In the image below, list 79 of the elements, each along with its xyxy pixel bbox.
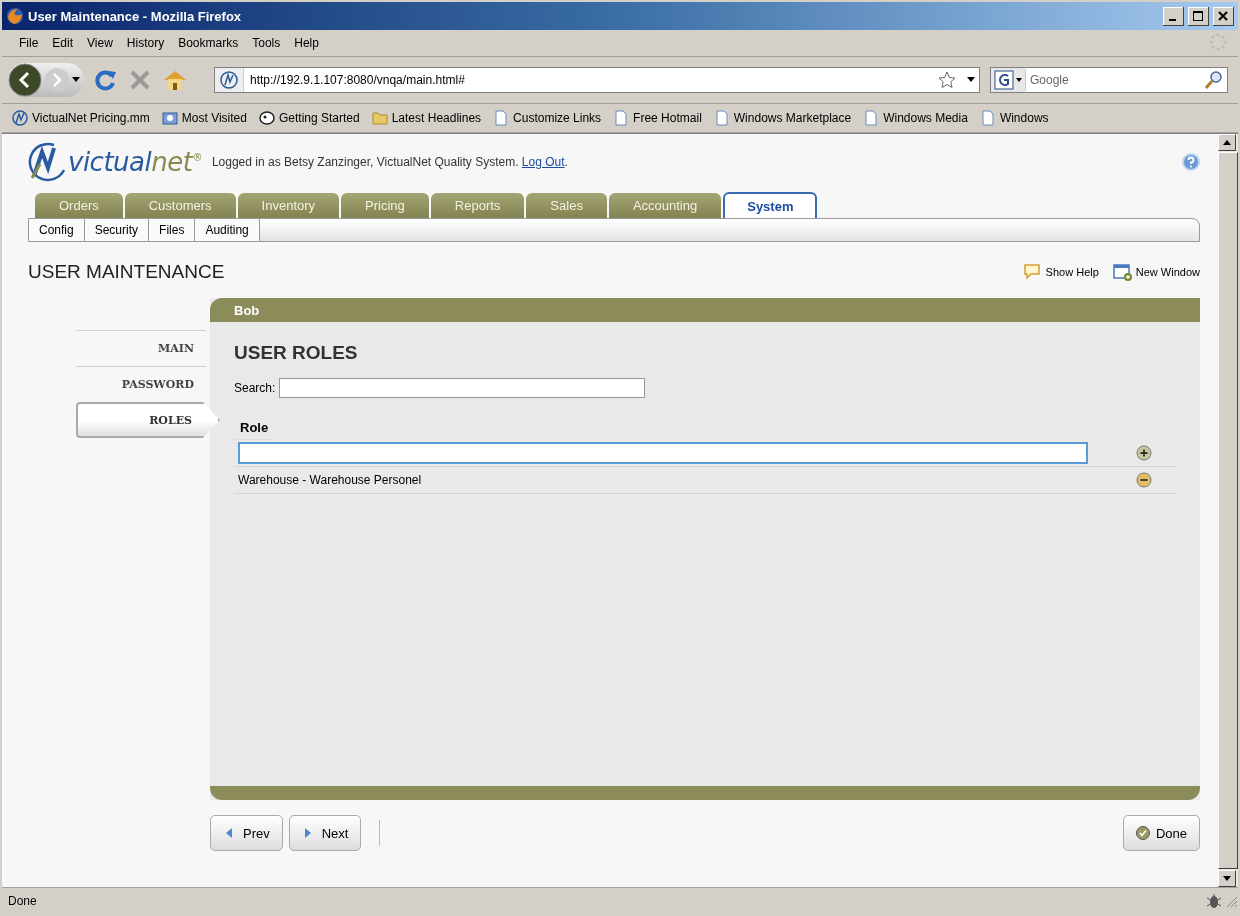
side-nav-item[interactable]: MAIN <box>76 330 206 366</box>
bookmark-link[interactable]: VictualNet Pricing.mm <box>10 110 152 126</box>
logout-link[interactable]: Log Out <box>521 155 565 169</box>
subtab[interactable]: Auditing <box>195 219 260 241</box>
resize-grip-icon[interactable] <box>1224 894 1238 908</box>
firefox-icon <box>6 7 24 25</box>
minimize-button[interactable] <box>1163 6 1184 26</box>
bookmark-link[interactable]: Most Visited <box>159 110 249 126</box>
window-title: User Maintenance - Mozilla Firefox <box>28 8 243 24</box>
dropdown-caret-icon <box>1016 78 1022 82</box>
toolbar-link[interactable]: New Window <box>1112 263 1200 281</box>
site-logo-icon <box>219 70 239 90</box>
folder-icon <box>371 110 388 126</box>
page-icon <box>613 110 630 126</box>
search-field[interactable] <box>279 378 646 398</box>
menu-item[interactable]: View <box>80 36 120 50</box>
subtab[interactable]: Files <box>149 219 196 241</box>
bug-icon <box>258 110 275 126</box>
scroll-up-icon[interactable] <box>1223 140 1231 145</box>
bookmark-link[interactable]: Customize Links <box>491 110 604 126</box>
logo-text: victualnet$^{®}$ <box>68 147 202 177</box>
folder-icon <box>161 110 178 126</box>
close-button[interactable] <box>1213 6 1234 26</box>
scroll-down-icon[interactable] <box>1223 876 1231 881</box>
bookmark-link[interactable]: Free Hotmail <box>611 110 704 126</box>
column-header: Role <box>234 416 273 440</box>
menu-item[interactable]: History <box>119 36 172 50</box>
menu-item[interactable]: File <box>12 36 46 50</box>
search-field[interactable]: Google <box>1026 67 1228 93</box>
menu-item[interactable]: Tools <box>245 36 288 50</box>
side-nav-item[interactable]: ROLES <box>76 402 220 438</box>
window-icon <box>1112 263 1132 281</box>
search-label: Search: <box>234 381 276 395</box>
bug-icon <box>1204 892 1224 910</box>
menu-item[interactable]: Edit <box>45 36 81 50</box>
subtab[interactable]: Security <box>84 219 150 241</box>
footer-button[interactable]: Prev <box>210 815 283 851</box>
page-icon <box>863 110 880 126</box>
url-text: http://192.9.1.107:8080/vnqa/main.html# <box>250 73 466 87</box>
home-icon[interactable] <box>162 68 188 92</box>
search-engine-button[interactable] <box>990 67 1026 93</box>
throbber-icon <box>1208 31 1228 52</box>
role-input-field[interactable] <box>238 442 1088 464</box>
bookmark-link[interactable]: Windows Media <box>861 110 970 126</box>
remove-icon[interactable] <box>1136 472 1152 488</box>
status-text: Done <box>8 894 38 908</box>
section-title: USER ROLES <box>234 342 359 364</box>
address-bar[interactable]: http://192.9.1.107:8080/vnqa/main.html# <box>214 67 980 93</box>
page-icon <box>493 110 510 126</box>
reload-icon[interactable] <box>94 68 118 92</box>
login-status-text: Logged in as Betsy Zanzinger, VictualNet Quality System. Log Out. <box>211 155 569 169</box>
dropdown-caret-icon[interactable] <box>72 77 80 83</box>
toolbar-link[interactable]: Show Help <box>1022 263 1099 281</box>
search-engine-icon <box>994 70 1014 90</box>
menu-item[interactable]: Help <box>287 36 326 50</box>
check-circle-icon <box>1135 826 1150 840</box>
menu-item[interactable]: Bookmarks <box>171 36 246 50</box>
add-icon[interactable] <box>1136 445 1152 461</box>
footer-button[interactable]: Done <box>1122 815 1200 851</box>
maximize-button[interactable] <box>1188 6 1209 26</box>
help-icon[interactable] <box>1182 153 1200 171</box>
bookmark-link[interactable]: Windows Marketplace <box>711 110 854 126</box>
bookmark-link[interactable]: Windows <box>977 110 1051 126</box>
subtab[interactable]: Config <box>29 219 85 241</box>
table-cell-text: Warehouse - Warehouse Personel <box>238 473 423 487</box>
nav-tab[interactable]: System <box>723 192 818 218</box>
page-icon <box>979 110 996 126</box>
bookmark-star-icon[interactable] <box>937 70 957 90</box>
panel-header: Bob <box>210 298 1200 322</box>
scrollbar-thumb[interactable] <box>1218 152 1238 869</box>
bookmark-link[interactable]: Latest Headlines <box>369 110 484 126</box>
footer-button[interactable]: Next <box>288 815 362 851</box>
page-title: USER MAINTENANCE <box>28 261 226 283</box>
back-button-icon[interactable] <box>8 63 42 97</box>
site-logo-icon <box>12 110 28 126</box>
speech-bubble-icon <box>1022 263 1042 281</box>
search-icon[interactable] <box>1203 69 1225 91</box>
bookmark-link[interactable]: Getting Started <box>256 110 362 126</box>
page-icon <box>713 110 730 126</box>
